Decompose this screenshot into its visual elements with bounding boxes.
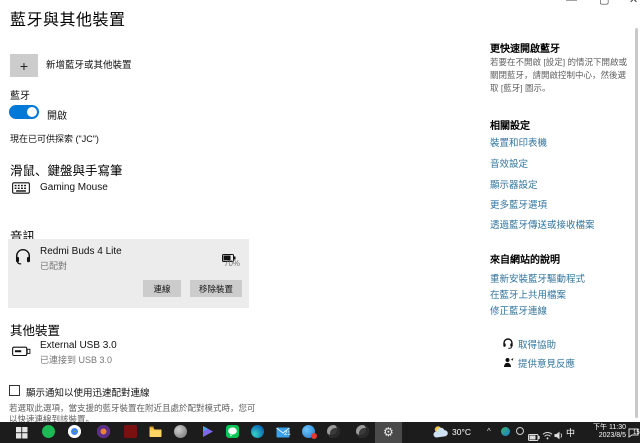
app-purple-icon[interactable] [97,425,110,438]
app-dark-1-icon[interactable] [327,425,340,438]
link-devices-printers[interactable]: 裝置和印表機 [490,135,547,149]
speaker-icon[interactable] [554,427,564,443]
clock-time: 下午 11:30 [576,424,626,432]
mail-badge: 21 [284,431,291,437]
ime-indicator[interactable]: 中 [566,426,575,439]
gear-icon: ⚙ [383,426,394,439]
settings-taskbar-button[interactable]: ⚙ [375,422,402,443]
link-reinstall-driver[interactable]: 重新安裝藍牙驅動程式 [490,271,585,285]
discoverable-text: 現在已可供探索 ("JC") [10,132,99,145]
app-blue-badged-icon[interactable] [302,425,315,438]
notification-dot [311,433,317,439]
action-center-icon[interactable]: 15 [628,425,639,443]
add-device-label[interactable]: 新增藍牙或其他裝置 [46,57,132,71]
link-fix-connections[interactable]: 修正藍牙連線 [490,303,547,317]
app-sphere-icon[interactable] [174,425,187,438]
tray-update-icon[interactable] [516,427,524,435]
get-help-icon [502,336,514,354]
battery-percent: 70% [224,259,240,268]
plus-icon: + [20,58,28,74]
wifi-icon[interactable] [542,427,553,443]
section-other-devices-header: 其他裝置 [10,320,60,339]
device-usb-name[interactable]: External USB 3.0 [40,340,117,351]
web-help-title: 來自網站的說明 [490,251,560,266]
taskbar-clock[interactable]: 下午 11:30 2023/8/5 [576,424,626,440]
minimize-button[interactable]: — [566,0,577,6]
device-row-redmi-buds[interactable]: Redmi Buds 4 Lite 已配對 70% 連線 移除裝置 [8,239,249,308]
keyboard-icon [12,181,30,199]
related-settings-title: 相關設定 [490,117,530,132]
start-button[interactable] [16,426,28,443]
app-play-icon[interactable] [201,425,214,438]
spotify-icon[interactable] [42,425,55,438]
section-mouse-keyboard-header: 滑鼠、鍵盤與手寫筆 [10,160,123,179]
toggle-knob [27,107,37,117]
link-feedback[interactable]: 提供意見反應 [518,356,575,370]
link-sound-settings[interactable]: 音效設定 [490,156,528,170]
line-app-icon[interactable] [226,425,239,438]
weather-icon[interactable] [432,425,449,443]
bluetooth-label: 藍牙 [10,87,30,102]
bluetooth-toggle-state: 開啟 [47,107,67,122]
settings-window: — ▢ ✕ 藍牙與其他裝置 + 新增藍牙或其他裝置 藍牙 開啟 現在已可供探索 … [0,0,640,443]
tray-app-icon[interactable] [501,427,510,436]
action-center-badge: 15 [633,430,640,436]
chrome-icon[interactable] [68,425,81,438]
tray-battery-icon[interactable] [528,428,540,443]
device-name: Redmi Buds 4 Lite [40,246,122,257]
swift-pair-checkbox[interactable] [9,385,20,396]
connect-button[interactable]: 連線 [143,280,181,297]
device-gaming-mouse[interactable]: Gaming Mouse [40,182,108,193]
file-explorer-icon[interactable] [149,425,162,438]
link-get-help[interactable]: 取得協助 [518,337,556,351]
add-device-button[interactable]: + [10,54,38,77]
close-button[interactable]: ✕ [629,0,638,6]
tray-expand-chevron[interactable]: ^ [487,427,491,436]
swift-pair-label[interactable]: 顯示通知以使用迅速配對連線 [26,385,150,399]
app-dark-2-icon[interactable] [356,425,369,438]
link-more-bluetooth-options[interactable]: 更多藍牙選項 [490,197,547,211]
page-title: 藍牙與其他裝置 [10,6,126,30]
device-status: 已配對 [40,259,67,272]
quick-bluetooth-body: 若要在不開啟 [設定] 的情況下開啟或關閉藍牙，請開啟控制中心，然後選取 [藍牙… [490,56,628,96]
mail-icon[interactable]: 21 [276,425,289,438]
link-share-files[interactable]: 在藍牙上共用檔案 [490,287,566,301]
app-darkred-icon[interactable] [124,425,137,438]
device-usb-status: 已連接到 USB 3.0 [40,353,112,366]
usb-drive-icon [12,344,31,362]
link-display-settings[interactable]: 顯示器設定 [490,177,538,191]
remove-device-button[interactable]: 移除裝置 [190,280,242,297]
bluetooth-toggle[interactable] [9,105,39,119]
clock-date: 2023/8/5 [576,432,626,440]
scrollbar[interactable] [635,28,638,418]
feedback-icon [503,355,514,373]
headset-icon [14,247,32,270]
quick-bluetooth-title: 更快速開啟藍牙 [490,40,560,55]
weather-temp[interactable]: 30°C [452,427,471,437]
link-send-receive-files[interactable]: 透過藍牙傳送或接收檔案 [490,217,595,231]
edge-icon[interactable] [251,425,264,438]
maximize-button[interactable]: ▢ [599,0,609,6]
